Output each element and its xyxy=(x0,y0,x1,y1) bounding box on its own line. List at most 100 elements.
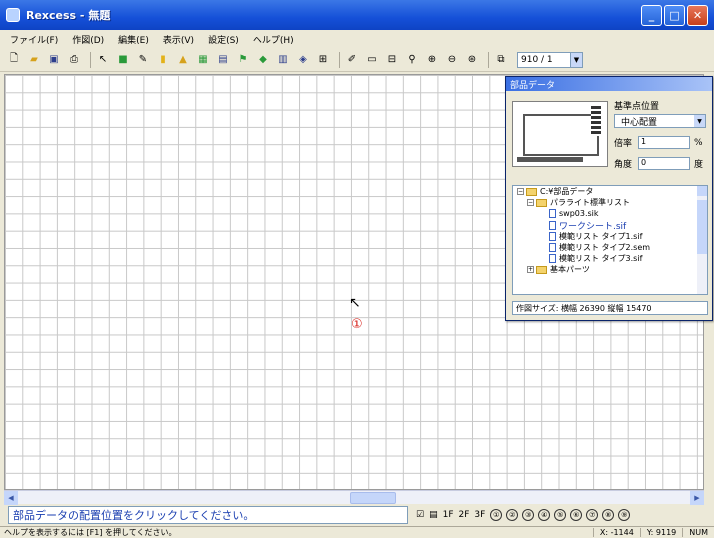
toolbar: 🗋 ▰ ▣ ⎙ ↖ ■ ✎ ▮ ▲ ▦ ▤ ⚑ ◆ ▥ ◈ ⊞ ✐ ▭ ⊟ ⚲ … xyxy=(0,48,714,72)
tree-item-file[interactable]: 模範リスト タイプ2.sem xyxy=(513,242,707,253)
number-button-6[interactable]: ⑥ xyxy=(570,509,583,521)
floor-3f-button[interactable]: 3F xyxy=(474,510,485,520)
rectangle-icon[interactable]: ▭ xyxy=(364,52,380,68)
message-bar: 部品データの配置位置をクリックしてください。 ☑ ▤ 1F 2F 3F ① ② … xyxy=(0,505,714,525)
number-button-4[interactable]: ④ xyxy=(538,509,551,521)
file-icon xyxy=(549,220,556,230)
floor-2f-button[interactable]: 2F xyxy=(459,510,470,520)
tree-item-label: 模範リスト タイプ1.sif xyxy=(559,232,643,241)
tree-item-file[interactable]: 模範リスト タイプ1.sif xyxy=(513,231,707,242)
tool-table-icon[interactable]: ▤ xyxy=(215,52,231,68)
panel-title[interactable]: 部品データ xyxy=(506,77,712,91)
collapse-icon[interactable]: − xyxy=(527,199,534,206)
layer-icon[interactable]: ⧉ xyxy=(493,52,509,68)
tree-item-label: 基本パーツ xyxy=(550,265,590,274)
drawing-size-info: 作図サイズ: 横幅 26390 縦幅 15470 xyxy=(512,301,708,315)
tool-frame-icon[interactable]: ⊞ xyxy=(315,52,331,68)
angle-row: 角度 0 度 xyxy=(614,157,710,170)
tool-triangle-icon[interactable]: ▲ xyxy=(175,52,191,68)
position-select[interactable]: 中心配置 ▼ xyxy=(614,114,706,128)
tool-diamond-icon[interactable]: ◆ xyxy=(255,52,271,68)
new-file-icon[interactable]: 🗋 xyxy=(6,52,22,68)
status-bar: ヘルプを表示するには [F1] を押してください。 X: -1144 Y: 91… xyxy=(0,526,714,538)
placement-options: 基準点位置 中心配置 ▼ 倍率 1 % 角度 0 度 xyxy=(614,99,710,170)
title-bar: Rexcess - 無題 _ □ ✕ xyxy=(0,0,714,30)
status-help-text: ヘルプを表示するには [F1] を押してください。 xyxy=(4,528,177,537)
scroll-track[interactable] xyxy=(18,491,690,505)
minimize-button[interactable]: _ xyxy=(641,4,662,26)
tool-green-block-icon[interactable]: ■ xyxy=(115,52,131,68)
tree-item-label: C:¥部品データ xyxy=(540,187,594,196)
angle-label: 角度 xyxy=(614,160,633,170)
floor-1f-button[interactable]: 1F xyxy=(443,510,454,520)
tool-green-grid-icon[interactable]: ▦ xyxy=(195,52,211,68)
open-folder-icon[interactable]: ▰ xyxy=(26,52,42,68)
save-icon[interactable]: ▣ xyxy=(46,52,62,68)
instruction-message: 部品データの配置位置をクリックしてください。 xyxy=(8,506,408,524)
tree-item-root[interactable]: − C:¥部品データ xyxy=(513,186,707,197)
pen-icon[interactable]: ✐ xyxy=(344,52,360,68)
scroll-thumb[interactable] xyxy=(350,491,396,504)
chevron-down-icon: ▼ xyxy=(694,115,705,127)
tool-yellow-icon[interactable]: ▮ xyxy=(155,52,171,68)
floor-list-icon[interactable]: ▤ xyxy=(429,510,438,520)
tool-edit-icon[interactable]: ✎ xyxy=(135,52,151,68)
scale-input[interactable]: 1 xyxy=(638,136,690,149)
number-button-7[interactable]: ⑦ xyxy=(586,509,599,521)
tree-item-label: 模範リスト タイプ3.sif xyxy=(559,254,643,263)
position-value: 中心配置 xyxy=(621,117,658,128)
menu-settings[interactable]: 設定(S) xyxy=(208,33,239,46)
status-y: Y: 9119 xyxy=(639,528,682,537)
preview-screen xyxy=(523,114,599,156)
tree-item-folder[interactable]: − パラライト標準リスト xyxy=(513,197,707,208)
tree-item-file[interactable]: swp03.sik xyxy=(513,208,707,219)
number-button-1[interactable]: ① xyxy=(490,509,503,521)
zoom-out-icon[interactable]: ⊖ xyxy=(444,52,460,68)
tree-scrollbar[interactable] xyxy=(697,186,707,294)
zoom-fit-icon[interactable]: ⊛ xyxy=(464,52,480,68)
window-title: Rexcess - 無題 xyxy=(26,9,111,22)
scale-unit: % xyxy=(694,137,703,148)
number-button-2[interactable]: ② xyxy=(506,509,519,521)
number-button-5[interactable]: ⑤ xyxy=(554,509,567,521)
tool-flag-icon[interactable]: ⚑ xyxy=(235,52,251,68)
zoom-value: 910 / 1 xyxy=(521,54,553,65)
scroll-left-icon[interactable]: ◀ xyxy=(4,490,18,505)
menu-edit[interactable]: 編集(E) xyxy=(118,33,149,46)
tree-item-file[interactable]: 模範リスト タイプ3.sif xyxy=(513,253,707,264)
menu-file[interactable]: ファイル(F) xyxy=(10,33,58,46)
expand-icon[interactable]: + xyxy=(527,266,534,273)
toolbar-divider xyxy=(90,51,91,68)
print-icon[interactable]: ⎙ xyxy=(66,52,82,68)
file-icon xyxy=(549,243,556,252)
tool-shape-icon[interactable]: ◈ xyxy=(295,52,311,68)
angle-input[interactable]: 0 xyxy=(638,157,690,170)
part-preview xyxy=(512,101,608,167)
maximize-button[interactable]: □ xyxy=(664,4,685,26)
scroll-right-icon[interactable]: ▶ xyxy=(690,490,704,505)
tree-item-folder[interactable]: + 基本パーツ xyxy=(513,264,707,275)
menu-help[interactable]: ヘルプ(H) xyxy=(253,33,294,46)
zoom-icon[interactable]: ⚲ xyxy=(404,52,420,68)
zoom-select[interactable]: 910 / 1 ▼ xyxy=(517,51,583,68)
menu-draw[interactable]: 作図(D) xyxy=(72,33,104,46)
select-pointer-icon[interactable]: ↖ xyxy=(95,52,111,68)
zoom-in-icon[interactable]: ⊕ xyxy=(424,52,440,68)
floor-buttons: ☑ ▤ 1F 2F 3F ① ② ③ ④ ⑤ ⑥ ⑦ ⑧ ⑨ xyxy=(416,509,634,521)
grid-icon[interactable]: ⊟ xyxy=(384,52,400,68)
close-button[interactable]: ✕ xyxy=(687,4,708,26)
number-button-3[interactable]: ③ xyxy=(522,509,535,521)
number-button-8[interactable]: ⑧ xyxy=(602,509,615,521)
mouse-cursor-icon: ↖ xyxy=(349,295,361,311)
tree-scroll-thumb[interactable] xyxy=(697,200,707,254)
parts-data-panel: 部品データ 基準点位置 中心配置 ▼ 倍率 1 % 角度 0 度 − C:¥部品… xyxy=(505,76,713,321)
collapse-icon[interactable]: − xyxy=(517,188,524,195)
scroll-up-icon[interactable] xyxy=(697,186,707,196)
horizontal-scrollbar[interactable]: ◀ ▶ xyxy=(4,490,704,505)
floor-edit-icon[interactable]: ☑ xyxy=(416,510,424,520)
tree-item-file[interactable]: ワークシート.sif xyxy=(513,219,707,232)
toolbar-divider xyxy=(339,51,340,68)
menu-view[interactable]: 表示(V) xyxy=(163,33,194,46)
number-button-9[interactable]: ⑨ xyxy=(618,509,631,521)
tool-chart-icon[interactable]: ▥ xyxy=(275,52,291,68)
